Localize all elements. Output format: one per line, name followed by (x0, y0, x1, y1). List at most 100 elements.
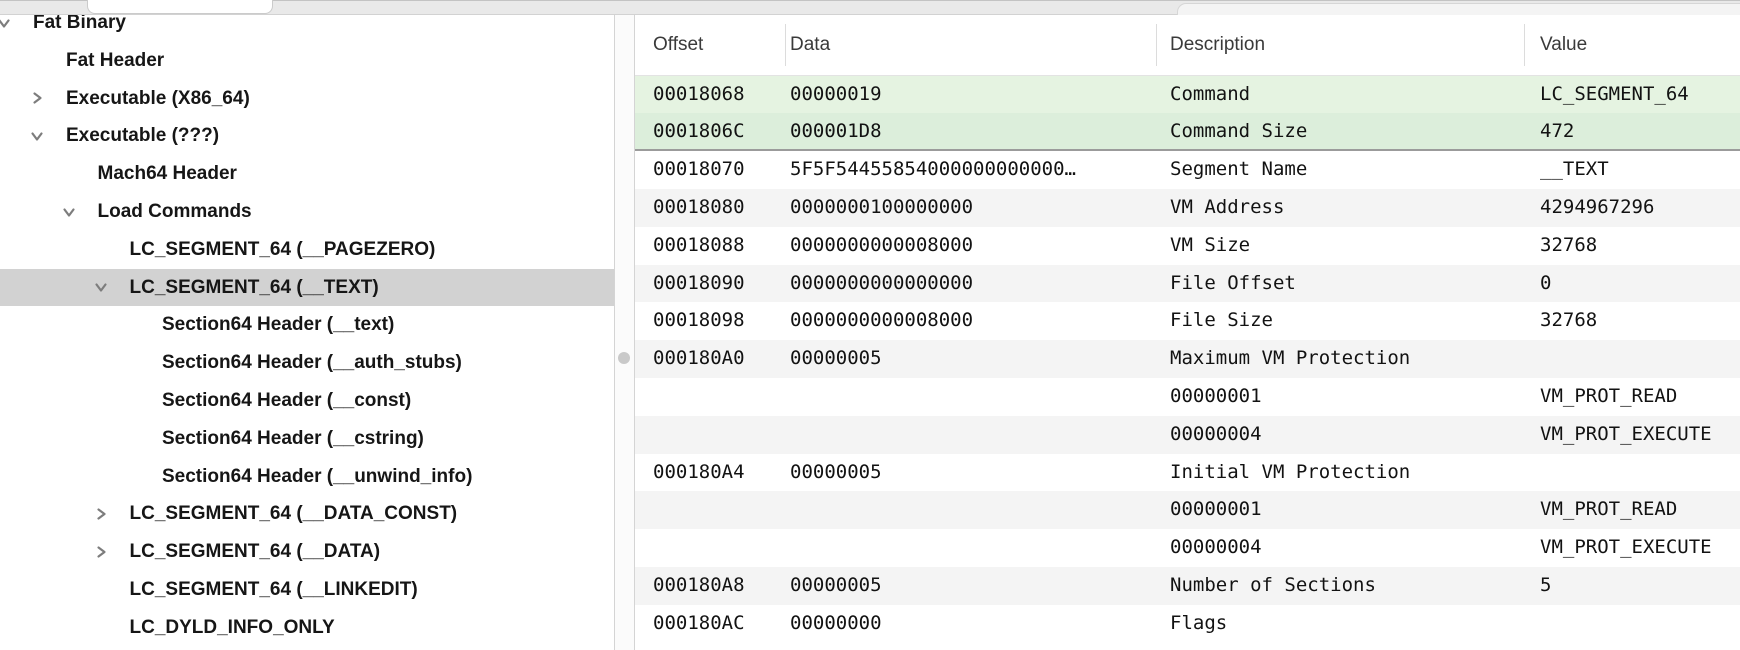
sidebar-tree-item[interactable]: Fat Header (0, 42, 614, 80)
chevron-right-icon[interactable] (94, 507, 108, 521)
cell-value: VM_PROT_READ (1540, 378, 1677, 416)
table-row[interactable]: 00000001 VM_PROT_READ (635, 491, 1740, 529)
cell-offset: 00018070 (653, 151, 745, 189)
cell-value: __TEXT (1540, 151, 1609, 189)
sidebar-tree-item[interactable]: LC_DYLD_INFO_ONLY (0, 609, 614, 647)
tree-item-label: Mach64 Header (98, 155, 237, 193)
cell-description: 00000004 (1170, 529, 1262, 567)
table-row[interactable]: 00000004 VM_PROT_EXECUTE (635, 529, 1740, 567)
chevron-right-icon[interactable] (30, 91, 44, 105)
column-divider[interactable] (1524, 24, 1525, 66)
sidebar-tree-item[interactable]: Section64 Header (__const) (0, 382, 614, 420)
table-row[interactable]: 000180A8 00000005 Number of Sections 5 (635, 567, 1740, 605)
cell-value: 32768 (1540, 227, 1597, 265)
table-row[interactable]: 00018090 0000000000000000 File Offset 0 (635, 265, 1740, 303)
sidebar-tree-item[interactable]: LC_SEGMENT_64 (__DATA) (0, 533, 614, 571)
table-row[interactable]: 000180AC 00000000 Flags (635, 605, 1740, 643)
sidebar-tree-item[interactable]: Executable (???) (0, 117, 614, 155)
cell-description: 00000001 (1170, 491, 1262, 529)
chevron-down-icon[interactable] (94, 280, 108, 294)
table-header-row: Offset Data Description Value (635, 15, 1740, 76)
tree-item-label: Section64 Header (__text) (162, 306, 394, 344)
sidebar-tree-item[interactable]: Section64 Header (__text) (0, 306, 614, 344)
cell-data: 00000005 (790, 454, 882, 492)
cell-data: 0000000000008000 (790, 302, 973, 340)
sidebar-tree-item[interactable]: LC_SEGMENT_64 (__DATA_CONST) (0, 495, 614, 533)
table-row[interactable]: 0001806C 000001D8 Command Size 472 (635, 113, 1740, 151)
cell-offset: 000180A8 (653, 567, 745, 605)
tree-item-label: Executable (X86_64) (66, 80, 250, 118)
cell-description: VM Address (1170, 189, 1284, 227)
cell-data: 00000019 (790, 76, 882, 114)
sidebar-tree-item[interactable]: LC_SEGMENT_64 (__PAGEZERO) (0, 231, 614, 269)
cell-offset: 0001806C (653, 113, 745, 151)
cell-value: 5 (1540, 567, 1551, 605)
cell-description: 00000001 (1170, 378, 1262, 416)
cell-offset: 000180AC (653, 605, 745, 643)
tree-item-label: Section64 Header (__const) (162, 382, 411, 420)
table-row[interactable]: 00018098 0000000000008000 File Size 3276… (635, 302, 1740, 340)
column-divider[interactable] (1156, 24, 1157, 66)
cell-data: 00000005 (790, 567, 882, 605)
cell-value: 32768 (1540, 302, 1597, 340)
sidebar-tree-item[interactable]: Section64 Header (__auth_stubs) (0, 344, 614, 382)
cell-description: Command Size (1170, 113, 1307, 151)
column-divider[interactable] (785, 24, 786, 66)
toolbar-strip (0, 0, 1740, 15)
cell-offset: 00018090 (653, 265, 745, 303)
cell-description: Flags (1170, 605, 1227, 643)
sidebar-tree-item[interactable]: Mach64 Header (0, 155, 614, 193)
cell-data: 5F5F54455854000000000000… (790, 151, 1076, 189)
cell-offset: 000180A0 (653, 340, 745, 378)
sidebar-tree-item[interactable]: Section64 Header (__unwind_info) (0, 458, 614, 496)
table-row[interactable]: 000180A4 00000005 Initial VM Protection (635, 454, 1740, 492)
table-row[interactable]: 000180A0 00000005 Maximum VM Protection (635, 340, 1740, 378)
sidebar-tree-item[interactable]: Section64 Header (__cstring) (0, 420, 614, 458)
chevron-down-icon[interactable] (30, 129, 44, 143)
tree-item-label: LC_SEGMENT_64 (__DATA_CONST) (130, 495, 458, 533)
pane-splitter[interactable] (614, 15, 635, 650)
cell-data: 0000000000000000 (790, 265, 973, 303)
table-row[interactable]: 00018068 00000019 Command LC_SEGMENT_64 (635, 76, 1740, 114)
table-row[interactable]: 00018070 5F5F54455854000000000000… Segme… (635, 151, 1740, 189)
column-header-description[interactable]: Description (1170, 15, 1265, 74)
cell-data: 0000000100000000 (790, 189, 973, 227)
cell-value: 472 (1540, 113, 1574, 151)
cell-description: Number of Sections (1170, 567, 1376, 605)
tree-item-label: Load Commands (98, 193, 252, 231)
cell-data: 000001D8 (790, 113, 882, 151)
column-header-data[interactable]: Data (790, 15, 830, 74)
macho-viewer-window: Fat Binary Fat Header Executable (X86_64… (0, 0, 1740, 650)
cell-data: 00000005 (790, 340, 882, 378)
cell-data: 0000000000008000 (790, 227, 973, 265)
cell-description: Initial VM Protection (1170, 454, 1410, 492)
table-row[interactable]: 00018080 0000000100000000 VM Address 429… (635, 189, 1740, 227)
sidebar-tree-item[interactable]: Load Commands (0, 193, 614, 231)
chevron-right-icon[interactable] (94, 545, 108, 559)
sidebar-tree-item-selected[interactable]: LC_SEGMENT_64 (__TEXT) (0, 269, 614, 307)
cell-value: LC_SEGMENT_64 (1540, 76, 1689, 114)
tree-item-label: Fat Header (66, 42, 164, 80)
table-row[interactable]: 00018088 0000000000008000 VM Size 32768 (635, 227, 1740, 265)
sidebar-tree-item[interactable]: Fat Binary (0, 15, 614, 42)
tree-item-label: Fat Binary (33, 15, 126, 42)
cell-value: VM_PROT_EXECUTE (1540, 529, 1712, 567)
cell-offset: 00018068 (653, 76, 745, 114)
cell-description: Segment Name (1170, 151, 1307, 189)
chevron-down-icon[interactable] (0, 16, 11, 30)
field-table-pane: Offset Data Description Value 00018068 0… (635, 15, 1740, 650)
toolbar-tab-left[interactable] (87, 0, 273, 14)
structure-sidebar: Fat Binary Fat Header Executable (X86_64… (0, 15, 614, 650)
cell-value: 4294967296 (1540, 189, 1654, 227)
sidebar-tree-item[interactable]: Executable (X86_64) (0, 80, 614, 118)
sidebar-tree-item[interactable]: LC_SEGMENT_64 (__LINKEDIT) (0, 571, 614, 609)
splitter-handle-icon[interactable] (618, 352, 630, 364)
tree-item-label: Section64 Header (__auth_stubs) (162, 344, 462, 382)
cell-description: Maximum VM Protection (1170, 340, 1410, 378)
chevron-down-icon[interactable] (62, 205, 76, 219)
column-header-value[interactable]: Value (1540, 15, 1587, 74)
table-body: 00018068 00000019 Command LC_SEGMENT_64 … (635, 76, 1740, 643)
table-row[interactable]: 00000004 VM_PROT_EXECUTE (635, 416, 1740, 454)
column-header-offset[interactable]: Offset (653, 15, 703, 74)
table-row[interactable]: 00000001 VM_PROT_READ (635, 378, 1740, 416)
